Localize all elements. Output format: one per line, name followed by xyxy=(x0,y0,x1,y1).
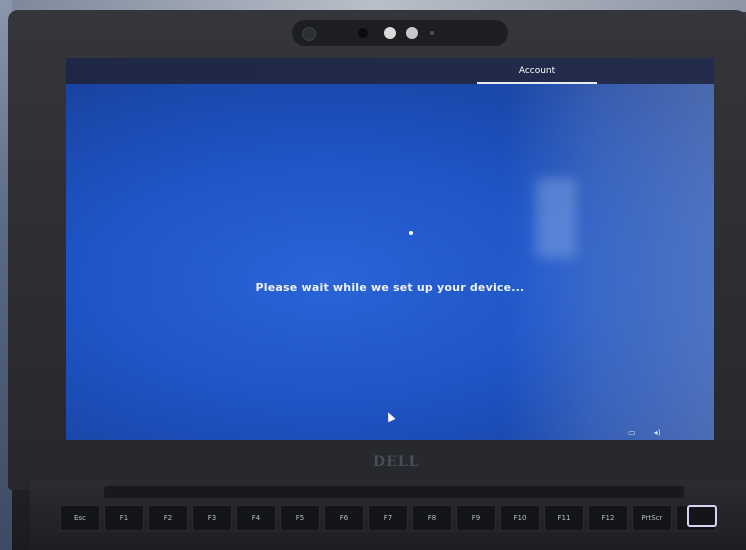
oobe-header xyxy=(66,58,714,84)
key-f8[interactable]: F8 xyxy=(412,505,452,531)
ir-emitter-icon xyxy=(406,27,418,39)
screen-glare xyxy=(504,84,714,440)
key-f12[interactable]: F12 xyxy=(588,505,628,531)
setup-status-text: Please wait while we set up your device.… xyxy=(255,281,525,294)
key-f6[interactable]: F6 xyxy=(324,505,364,531)
key-f9[interactable]: F9 xyxy=(456,505,496,531)
screen-reflection xyxy=(536,178,576,258)
laptop-hinge xyxy=(104,486,684,498)
power-button[interactable] xyxy=(687,505,717,527)
key-f11[interactable]: F11 xyxy=(544,505,584,531)
brand-logo: DELL xyxy=(373,454,420,470)
key-f3[interactable]: F3 xyxy=(192,505,232,531)
network-icon[interactable]: ▭ xyxy=(628,428,636,437)
key-f2[interactable]: F2 xyxy=(148,505,188,531)
ir-sensor-icon xyxy=(384,27,396,39)
keyboard-function-row: Esc F1 F2 F3 F4 F5 F6 F7 F8 F9 F10 F11 F… xyxy=(60,505,716,531)
key-f1[interactable]: F1 xyxy=(104,505,144,531)
camera-cover-icon xyxy=(302,27,316,41)
camera-led-icon xyxy=(430,31,434,35)
key-f7[interactable]: F7 xyxy=(368,505,408,531)
loading-spinner-icon xyxy=(409,231,413,235)
laptop-display: Account Please wait while we set up your… xyxy=(66,58,714,440)
key-f10[interactable]: F10 xyxy=(500,505,540,531)
photo-scene: Account Please wait while we set up your… xyxy=(0,0,746,550)
tab-account: Account xyxy=(518,66,556,76)
system-tray: ▭ ◂) xyxy=(628,428,661,437)
key-f4[interactable]: F4 xyxy=(236,505,276,531)
webcam-bar xyxy=(292,20,508,46)
camera-lens-icon xyxy=(358,28,368,38)
key-esc[interactable]: Esc xyxy=(60,505,100,531)
key-f5[interactable]: F5 xyxy=(280,505,320,531)
key-prtscr[interactable]: PrtScr xyxy=(632,505,672,531)
volume-icon[interactable]: ◂) xyxy=(654,428,661,437)
